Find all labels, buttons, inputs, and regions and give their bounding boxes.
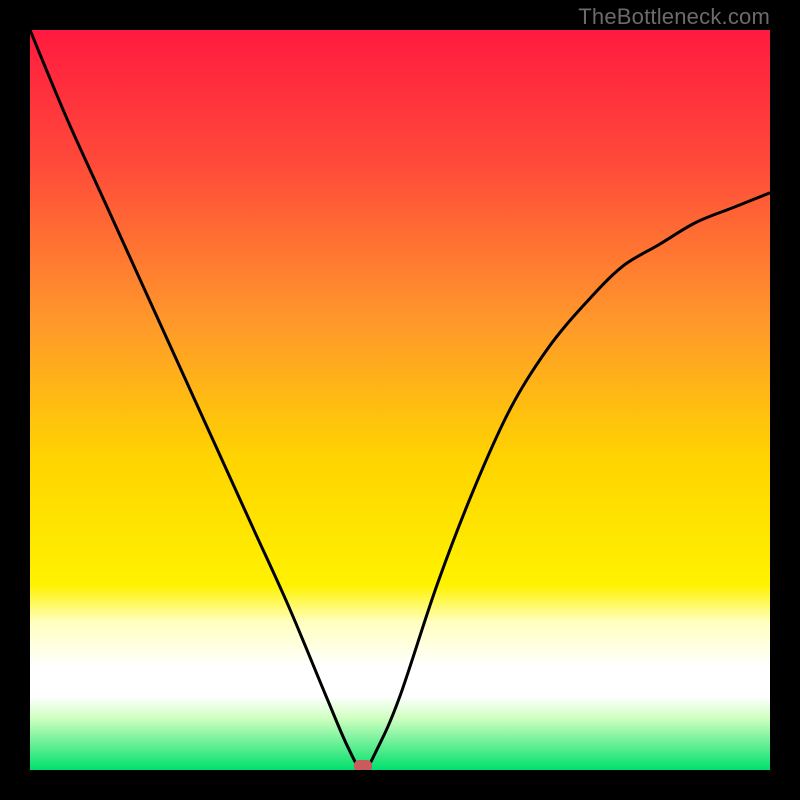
chart-frame [30,30,770,770]
minimum-marker [354,760,372,770]
bottleneck-curve [30,30,770,770]
watermark-text: TheBottleneck.com [578,4,770,30]
